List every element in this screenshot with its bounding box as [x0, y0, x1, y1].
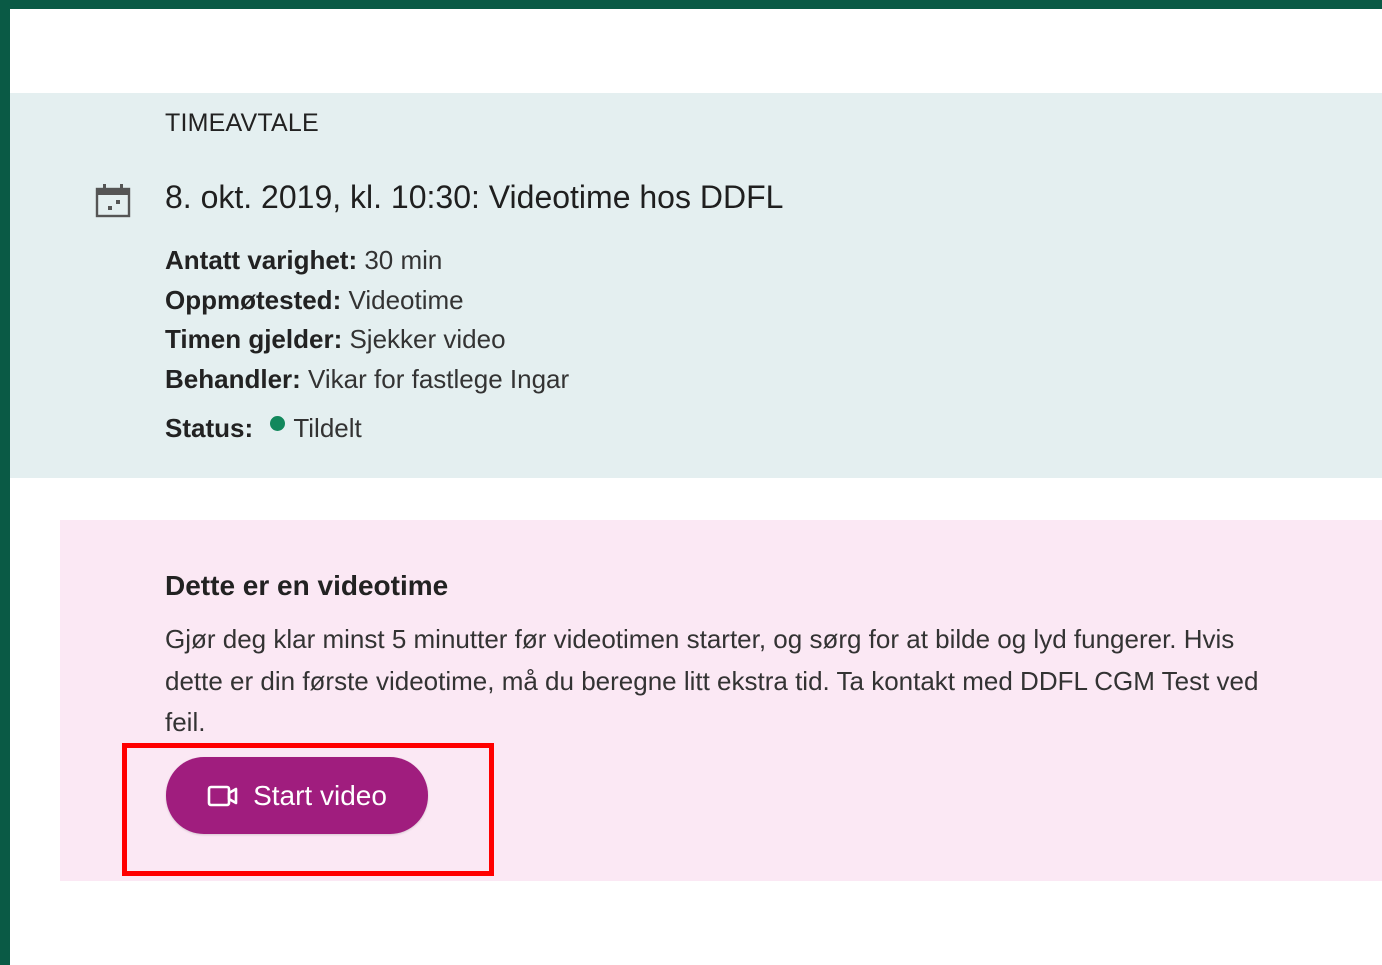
status-label: Status: [165, 413, 254, 443]
video-instructions: Gjør deg klar minst 5 minutter før video… [165, 624, 1259, 737]
appointment-panel: TIMEAVTALE 8. okt. 2019, kl. 10:30: Vide… [10, 93, 1382, 478]
status-value: Tildelt [293, 413, 362, 443]
appointment-title: 8. okt. 2019, kl. 10:30: Videotime hos D… [165, 179, 784, 215]
detail-location: Oppmøtested: Videotime [165, 281, 569, 321]
detail-value: Videotime [341, 284, 464, 315]
video-heading: Dette er en videotime [165, 570, 449, 601]
detail-label: Timen gjelder: [165, 324, 343, 354]
detail-practitioner: Behandler: Vikar for fastlege Ingar [165, 360, 569, 400]
calendar-icon [95, 184, 131, 218]
detail-value: 30 min [357, 245, 443, 275]
detail-reason: Timen gjelder: Sjekker video [165, 320, 569, 360]
detail-value: Vikar for fastlege Ingar [300, 363, 570, 394]
window-frame-top [0, 0, 1382, 9]
status-dot-icon [270, 416, 286, 431]
status-row: Status: Tildelt [165, 413, 362, 444]
section-label: TIMEAVTALE [165, 109, 319, 137]
detail-duration: Antatt varighet: 30 min [165, 241, 569, 281]
detail-label: Oppmøtested: [165, 284, 342, 315]
window-frame-left [0, 0, 10, 965]
detail-label: Behandler: [165, 363, 301, 394]
detail-label: Antatt varighet: [165, 245, 358, 275]
highlight-box [122, 743, 494, 876]
appointment-details: Antatt varighet: 30 min Oppmøtested: Vid… [165, 241, 569, 399]
detail-value: Sjekker video [342, 324, 506, 354]
